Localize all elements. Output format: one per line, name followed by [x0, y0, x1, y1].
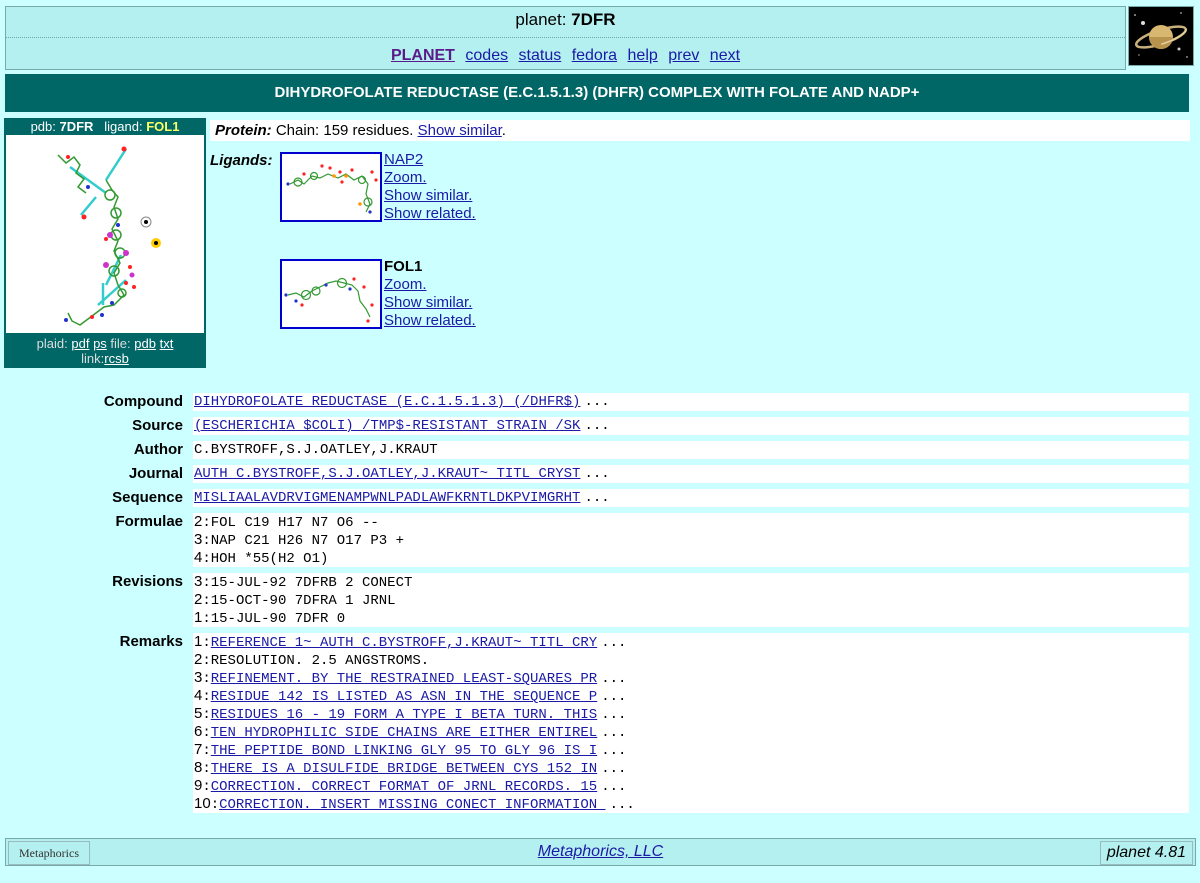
remark-line: 3:REFINEMENT. BY THE RESTRAINED LEAST-SQ… — [194, 669, 627, 687]
sequence-value: MISLIAALAVDRVIGMENAMPWNLPADLAWFKRNTLDKPV… — [193, 489, 1189, 507]
metaphorics-link[interactable]: Metaphorics, LLC — [538, 843, 663, 860]
nav-fedora[interactable]: fedora — [572, 47, 617, 64]
remark-line: 2:RESOLUTION. 2.5 ANGSTROMS. — [194, 651, 430, 669]
version-label: planet 4.81 — [1099, 841, 1193, 865]
top-header: planet: 7DFR PLANET codes status fedora … — [5, 6, 1126, 70]
source-value: (ESCHERICHIA $COLI) /TMP$-RESISTANT STRA… — [193, 417, 1189, 435]
journal-label: Journal — [128, 465, 183, 482]
remark-link[interactable]: THERE IS A DISULFIDE BRIDGE BETWEEN CYS … — [211, 761, 597, 777]
sequence-label: Sequence — [112, 489, 183, 506]
remark-line: 9:CORRECTION. CORRECT FORMAT OF JRNL REC… — [194, 777, 627, 795]
ligand-fol1-related-link[interactable]: Show related. — [384, 312, 476, 330]
formulae-value: 2:FOL C19 H17 N7 O6 -- 3:NAP C21 H26 N7 … — [193, 513, 1189, 567]
title-prefix: planet: — [515, 10, 572, 29]
remark-link[interactable]: CORRECTION. CORRECT FORMAT OF JRNL RECOR… — [211, 779, 597, 795]
file-pdb-link[interactable]: pdb — [134, 336, 156, 351]
formula-line: 2:FOL C19 H17 N7 O6 -- — [194, 513, 379, 531]
ligand-fol1-name: FOL1 — [384, 258, 423, 275]
nav-codes[interactable]: codes — [465, 47, 508, 64]
protein-label: Protein: — [215, 122, 272, 139]
journal-value: AUTH C.BYSTROFF,S.J.OATLEY,J.KRAUT~ TITL… — [193, 465, 1189, 483]
title-id: 7DFR — [571, 10, 616, 29]
panel-footer: plaid: pdf ps file: pdb txt link:rcsb — [36, 336, 174, 366]
author-label: Author — [133, 441, 183, 458]
compound-value: DIHYDROFOLATE REDUCTASE (E.C.1.5.1.3) (/… — [193, 393, 1189, 411]
revision-line: 1:15-JUL-90 7DFR 0 — [194, 609, 346, 627]
remark-link[interactable]: THE PEPTIDE BOND LINKING GLY 95 TO GLY 9… — [211, 743, 597, 759]
ligand-nap2-zoom-link[interactable]: Zoom. — [384, 169, 476, 187]
source-link[interactable]: (ESCHERICHIA $COLI) /TMP$-RESISTANT STRA… — [194, 418, 580, 434]
nav-status[interactable]: status — [519, 47, 562, 64]
revisions-value: 3:15-JUL-92 7DFRB 2 CONECT 2:15-OCT-90 7… — [193, 573, 1189, 627]
ligand-nap2-thumbnail[interactable] — [280, 152, 382, 222]
panel-header: pdb: 7DFR ligand: FOL1 — [30, 119, 180, 134]
sequence-link[interactable]: MISLIAALAVDRVIGMENAMPWNLPADLAWFKRNTLDKPV… — [194, 490, 580, 506]
compound-label: Compound — [103, 393, 183, 410]
compound-link[interactable]: DIHYDROFOLATE REDUCTASE (E.C.1.5.1.3) (/… — [194, 394, 580, 410]
remark-link[interactable]: CORRECTION. INSERT MISSING CONECT INFORM… — [219, 797, 605, 813]
ligand-nap2-name-link[interactable]: NAP2 — [384, 151, 476, 169]
remark-line: 7:THE PEPTIDE BOND LINKING GLY 95 TO GLY… — [194, 741, 627, 759]
remark-line: 8:THERE IS A DISULFIDE BRIDGE BETWEEN CY… — [194, 759, 627, 777]
pdb-id: 7DFR — [59, 119, 94, 134]
file-txt-link[interactable]: txt — [160, 336, 174, 351]
ligand-nap2-similar-link[interactable]: Show similar. — [384, 187, 476, 205]
remark-link[interactable]: RESIDUES 16 - 19 FORM A TYPE I BETA TURN… — [211, 707, 597, 723]
ligand-fol1-links: FOL1 Zoom. Show similar. Show related. — [384, 258, 476, 330]
ligand-id: FOL1 — [146, 119, 180, 134]
ligand-interaction-diagram[interactable] — [6, 135, 204, 333]
ligand-fol1-thumbnail[interactable] — [280, 259, 382, 329]
author-value: C.BYSTROFF,S.J.OATLEY,J.KRAUT — [193, 441, 1189, 459]
protein-show-similar-link[interactable]: Show similar — [418, 122, 502, 139]
rcsb-link[interactable]: rcsb — [104, 351, 129, 366]
ligands-label: Ligands: — [210, 152, 273, 169]
structure-title-bar: DIHYDROFOLATE REDUCTASE (E.C.1.5.1.3) (D… — [5, 74, 1189, 112]
structure-panel: pdb: 7DFR ligand: FOL1 plaid: pdf ps fil… — [4, 118, 206, 368]
remark-link[interactable]: REFINEMENT. BY THE RESTRAINED LEAST-SQUA… — [211, 671, 597, 687]
saturn-logo-image[interactable] — [1128, 6, 1194, 66]
ligand-fol1-zoom-link[interactable]: Zoom. — [384, 276, 476, 294]
formula-line: 3:NAP C21 H26 N7 O17 P3 + — [194, 531, 404, 549]
nav-prev[interactable]: prev — [668, 47, 699, 64]
footer-bar: Metaphorics, LLC Metaphorics planet 4.81 — [5, 838, 1196, 866]
journal-link[interactable]: AUTH C.BYSTROFF,S.J.OATLEY,J.KRAUT~ TITL… — [194, 466, 580, 482]
remark-line: 6:TEN HYDROPHILIC SIDE CHAINS ARE EITHER… — [194, 723, 627, 741]
nav-next[interactable]: next — [710, 47, 740, 64]
revision-line: 3:15-JUL-92 7DFRB 2 CONECT — [194, 573, 413, 591]
remarks-label: Remarks — [119, 633, 183, 650]
remark-line: 1:REFERENCE 1~ AUTH C.BYSTROFF,J.KRAUT~ … — [194, 633, 627, 651]
remark-link[interactable]: RESIDUE 142 IS LISTED AS ASN IN THE SEQU… — [211, 689, 597, 705]
ligand-nap2-links: NAP2 Zoom. Show similar. Show related. — [384, 151, 476, 223]
remark-link[interactable]: TEN HYDROPHILIC SIDE CHAINS ARE EITHER E… — [211, 725, 597, 741]
page-title: planet: 7DFR — [6, 7, 1125, 38]
plaid-ps-link[interactable]: ps — [93, 336, 107, 351]
remark-line: 10:CORRECTION. INSERT MISSING CONECT INF… — [194, 795, 635, 813]
plaid-pdf-link[interactable]: pdf — [71, 336, 89, 351]
ligand-fol1-similar-link[interactable]: Show similar. — [384, 294, 476, 312]
nav-planet[interactable]: PLANET — [391, 47, 455, 64]
remark-link[interactable]: REFERENCE 1~ AUTH C.BYSTROFF,J.KRAUT~ TI… — [211, 635, 597, 651]
revision-line: 2:15-OCT-90 7DFRA 1 JRNL — [194, 591, 396, 609]
ligand-nap2-related-link[interactable]: Show related. — [384, 205, 476, 223]
metaphorics-logo[interactable]: Metaphorics — [8, 841, 90, 865]
revisions-label: Revisions — [112, 573, 183, 590]
formulae-label: Formulae — [115, 513, 183, 530]
remark-line: 5:RESIDUES 16 - 19 FORM A TYPE I BETA TU… — [194, 705, 627, 723]
footer-center: Metaphorics, LLC — [6, 839, 1195, 865]
nav-help[interactable]: help — [628, 47, 658, 64]
remarks-value: 1:REFERENCE 1~ AUTH C.BYSTROFF,J.KRAUT~ … — [193, 633, 1189, 813]
source-label: Source — [132, 417, 183, 434]
formula-line: 4:HOH *55(H2 O1) — [194, 549, 329, 567]
protein-row: Protein: Chain: 159 residues. Show simil… — [210, 120, 1190, 141]
remark-line: 4:RESIDUE 142 IS LISTED AS ASN IN THE SE… — [194, 687, 627, 705]
nav-bar: PLANET codes status fedora help prev nex… — [6, 38, 1125, 74]
